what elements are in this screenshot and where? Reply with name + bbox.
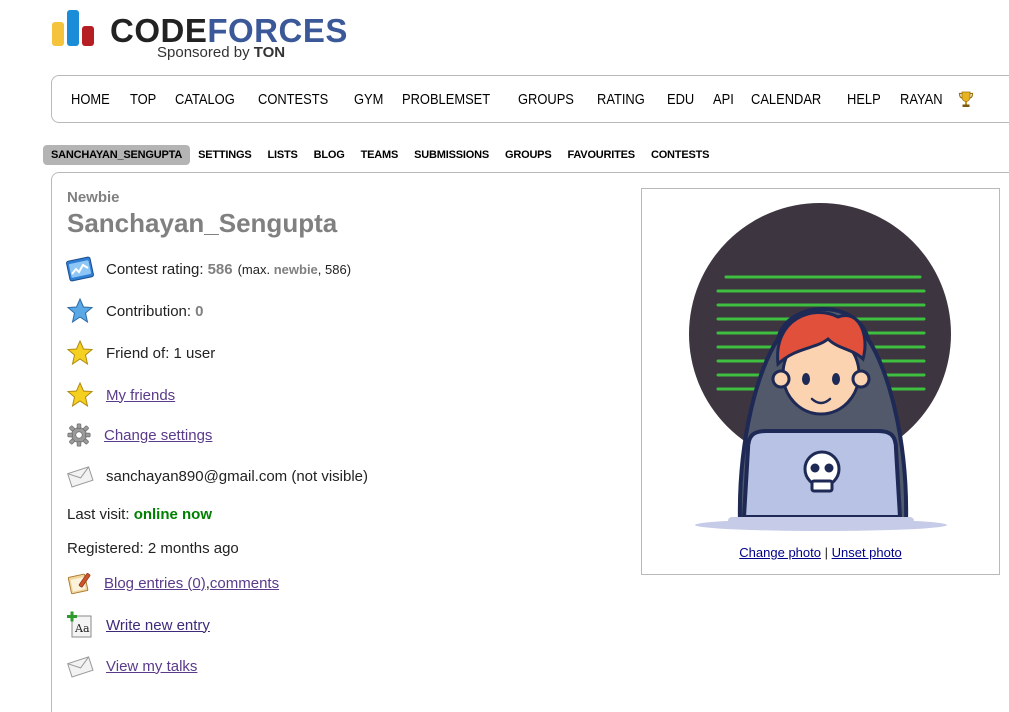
view-my-talks-link[interactable]: View my talks xyxy=(106,658,197,675)
main-menu-api[interactable]: API xyxy=(713,91,734,108)
max-rating: (max. newbie, 586) xyxy=(238,262,351,277)
registered: Registered: 2 months ago xyxy=(67,540,239,557)
yellow-star-icon xyxy=(66,381,94,408)
photo-links: Change photo | Unset photo xyxy=(642,545,999,560)
photo-links-separator: | xyxy=(820,545,832,560)
svg-text:Aa: Aa xyxy=(74,622,90,635)
main-menu-rating[interactable]: RATING xyxy=(597,91,645,108)
profile-menu-sanchayan-sengupta[interactable]: SANCHAYAN_SENGUPTA xyxy=(43,145,191,165)
main-menu-rayan[interactable]: RAYAN xyxy=(900,91,943,108)
max-prefix: (max. xyxy=(237,261,274,277)
main-menu-catalog[interactable]: CATALOG xyxy=(175,91,235,108)
max-suffix: , 586) xyxy=(317,261,352,277)
logo-wordmark: CODEFORCES xyxy=(110,14,348,48)
view-my-talks-row: View my talks xyxy=(66,652,197,680)
friend-of-text: Friend of: 1 user xyxy=(106,344,216,362)
blog-entries-link[interactable]: Blog entries (0) xyxy=(104,575,206,592)
avatar-panel: Change photo | Unset photo xyxy=(641,188,1000,575)
sponsor-name: TON xyxy=(253,44,286,61)
main-menu-home[interactable]: HOME xyxy=(71,91,110,108)
profile-menu-lists[interactable]: LISTS xyxy=(260,145,306,165)
main-menu-calendar[interactable]: CALENDAR xyxy=(751,91,821,108)
main-menu-edu[interactable]: EDU xyxy=(667,91,694,108)
comments-link[interactable]: comments xyxy=(210,575,279,592)
profile-menu-submissions[interactable]: SUBMISSIONS xyxy=(406,145,497,165)
gear-icon xyxy=(67,423,91,447)
last-visit-label: Last visit: xyxy=(67,506,134,523)
main-menu-gym[interactable]: GYM xyxy=(354,91,383,108)
main-menu-groups[interactable]: GROUPS xyxy=(518,91,574,108)
profile-menu-groups[interactable]: GROUPS xyxy=(497,145,559,165)
user-rank: Newbie xyxy=(67,189,120,206)
email-row: sanchayan890@gmail.com (not visible) xyxy=(66,462,368,490)
my-friends-row: My friends xyxy=(66,381,175,409)
contest-rating-row: Contest rating: 586 (max. newbie, 586) xyxy=(66,255,351,283)
write-new-entry-row: Aa Write new entry xyxy=(66,611,210,639)
profile-menu-contests[interactable]: CONTESTS xyxy=(643,145,717,165)
new-entry-icon: Aa xyxy=(67,611,92,638)
max-rank: newbie xyxy=(273,261,318,277)
envelope-icon xyxy=(67,656,94,678)
email-text: sanchayan890@gmail.com (not visible) xyxy=(106,467,369,485)
user-handle[interactable]: Sanchayan_Sengupta xyxy=(67,208,337,239)
rating-graph-icon xyxy=(66,256,94,282)
my-friends-link[interactable]: My friends xyxy=(106,387,175,404)
friend-of-row: Friend of: 1 user xyxy=(66,339,215,367)
profile-menu-favourites[interactable]: FAVOURITES xyxy=(559,145,642,165)
logo-bars-icon xyxy=(52,10,96,46)
profile-menu: SANCHAYAN_SENGUPTA SETTINGS LISTS BLOG TEAMS… xyxy=(43,144,717,166)
trophy-icon xyxy=(959,91,974,107)
logo-sponsor: Sponsored by TON xyxy=(157,44,285,61)
sponsor-prefix: Sponsored by xyxy=(157,44,254,61)
profile-menu-settings[interactable]: SETTINGS xyxy=(190,145,259,165)
change-settings-row: Change settings xyxy=(66,422,212,448)
contribution-row: Contribution: 0 xyxy=(66,297,203,325)
blog-notepad-icon xyxy=(67,573,91,595)
contest-rating-value: 586 xyxy=(207,260,233,278)
yellow-star-icon xyxy=(66,339,94,366)
main-menu: HOME TOP CATALOG CONTESTS GYM PROBLEMSET GROUP… xyxy=(51,75,1009,123)
profile-menu-blog[interactable]: BLOG xyxy=(306,145,353,165)
main-menu-top[interactable]: TOP xyxy=(130,91,156,108)
change-photo-link[interactable]: Change photo xyxy=(739,545,821,560)
main-menu-contests[interactable]: CONTESTS xyxy=(258,91,328,108)
last-visit-value: online now xyxy=(133,506,213,523)
avatar-image xyxy=(689,203,951,531)
change-settings-link[interactable]: Change settings xyxy=(104,427,212,444)
envelope-icon xyxy=(67,466,94,488)
main-menu-items: HOME TOP CATALOG CONTESTS GYM PROBLEMSET GROUP… xyxy=(71,90,975,108)
last-visit: Last visit: online now xyxy=(67,506,212,523)
main-menu-problemset[interactable]: PROBLEMSET xyxy=(402,91,490,108)
contribution-value: 0 xyxy=(195,302,204,320)
blue-star-icon xyxy=(66,297,94,324)
profile-menu-teams[interactable]: TEAMS xyxy=(353,145,407,165)
contribution-label: Contribution: xyxy=(106,302,192,320)
write-new-entry-link[interactable]: Write new entry xyxy=(106,617,210,634)
contest-rating-label: Contest rating: xyxy=(106,260,204,278)
unset-photo-link[interactable]: Unset photo xyxy=(832,545,902,560)
main-menu-help[interactable]: HELP xyxy=(847,91,881,108)
blog-entries-row: Blog entries (0), comments xyxy=(66,570,279,596)
